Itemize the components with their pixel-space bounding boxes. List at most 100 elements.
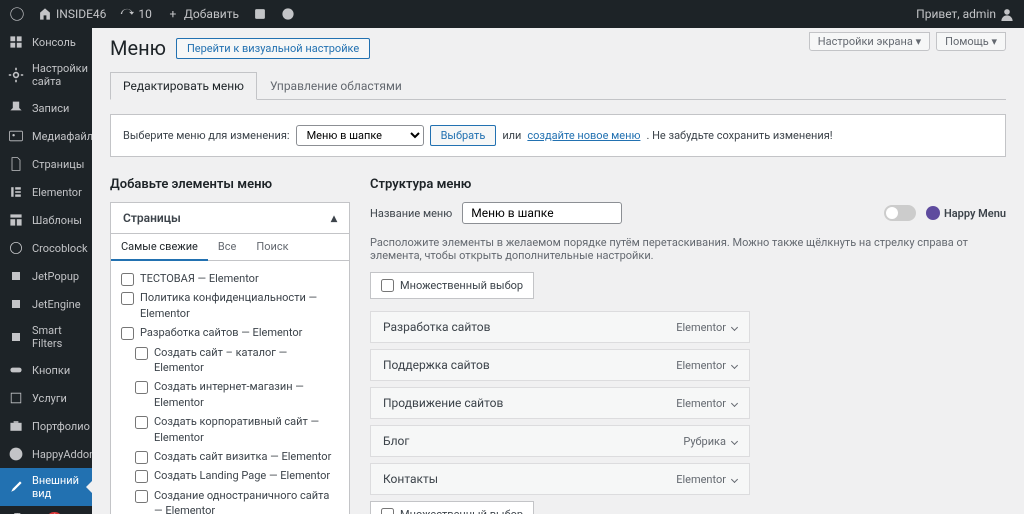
croco-icon [8,240,24,256]
chevron-down-icon [731,437,738,444]
sidebar-item-11[interactable]: Кнопки [0,356,92,384]
multi-select-bottom[interactable]: Множественный выбор [370,501,534,514]
sidebar-item-15[interactable]: Внешний вид [0,468,92,506]
select-button[interactable]: Выбрать [430,125,497,146]
chevron-up-icon: ▴ [331,211,337,225]
sidebar-item-9[interactable]: JetEngine [0,290,92,318]
pin-icon [8,100,24,116]
help-button[interactable]: Помощь ▾ [936,32,1006,51]
menu-item-label: Блог [383,434,409,448]
structure-description: Расположите элементы в желаемом порядке … [370,236,1006,262]
menu-item-type: Elementor [676,397,737,410]
template-icon [8,212,24,228]
sidebar-item-10[interactable]: Smart Filters [0,318,92,356]
sidebar-item-13[interactable]: Портфолио [0,412,92,440]
happy-menu-toggle[interactable] [884,205,916,221]
page-checkbox-3[interactable]: Создать сайт – каталог — Elementor [121,343,339,378]
menu-item-0[interactable]: Разработка сайтов Elementor [370,311,750,343]
page-checkbox-5[interactable]: Создать корпоративный сайт — Elementor [121,412,339,447]
updates-link[interactable]: 10 [120,7,152,21]
wp-logo[interactable] [10,7,24,21]
selector-label: Выберите меню для изменения: [123,129,290,142]
sidebar-item-8[interactable]: JetPopup [0,262,92,290]
happy-icon [926,206,940,220]
chevron-down-icon [731,475,738,482]
page-checkbox-0[interactable]: ТЕСТОВАЯ — Elementor [121,269,339,288]
sidebar-sub-0[interactable]: Темы1 [0,506,92,514]
sidebar-item-2[interactable]: Записи [0,94,92,122]
greeting[interactable]: Привет, admin [916,7,1014,21]
menu-item-1[interactable]: Поддержка сайтов Elementor [370,349,750,381]
avatar-icon [1000,7,1014,21]
sidebar-item-0[interactable]: Консоль [0,28,92,56]
multi-select-top[interactable]: Множественный выбор [370,272,534,299]
sidebar-item-5[interactable]: Elementor [0,178,92,206]
page-title-row: Меню Перейти к визуальной настройке [110,36,809,60]
pages-panel-header[interactable]: Страницы▴ [111,203,349,234]
nav-tab-1[interactable]: Управление областями [257,72,415,100]
main-content: Настройки экрана ▾ Помощь ▾ Меню Перейти… [92,28,1024,514]
selector-or: или [502,129,521,142]
page-checkbox-4[interactable]: Создать интернет-магазин — Elementor [121,377,339,412]
page-checkbox-2[interactable]: Разработка сайтов — Elementor [121,323,339,342]
live-preview-button[interactable]: Перейти к визуальной настройке [176,38,370,59]
page-checkbox-8[interactable]: Создание одностраничного сайта — Element… [121,486,339,514]
chevron-down-icon [731,399,738,406]
dashboard-icon [8,34,24,50]
services-icon [8,390,24,406]
jet-icon [8,329,24,345]
panel-tab-2[interactable]: Поиск [246,234,298,260]
selector-reminder: . Не забудьте сохранить изменения! [646,129,832,142]
jet-icon [8,296,24,312]
menu-item-2[interactable]: Продвижение сайтов Elementor [370,387,750,419]
menu-item-type: Elementor [676,321,737,334]
panel-tab-1[interactable]: Все [208,234,246,260]
topbar-extra-icon-1[interactable] [253,7,267,21]
jet-icon [8,268,24,284]
screen-options-button[interactable]: Настройки экрана ▾ [809,32,930,51]
sidebar-item-3[interactable]: Медиафайлы [0,122,92,150]
page-checkbox-6[interactable]: Создать сайт визитка — Elementor [121,447,339,466]
menu-item-label: Разработка сайтов [383,320,490,334]
topbar-extra-icon-2[interactable] [281,7,295,21]
portfolio-icon [8,418,24,434]
menu-name-input[interactable] [462,202,622,224]
admin-topbar: INSIDE46 10 +Добавить Привет, admin [0,0,1024,28]
sidebar-item-7[interactable]: Crocoblock [0,234,92,262]
page-icon [8,156,24,172]
menu-item-3[interactable]: Блог Рубрика [370,425,750,457]
menu-item-label: Контакты [383,472,438,486]
add-new-link[interactable]: +Добавить [166,7,239,21]
chevron-down-icon [731,361,738,368]
admin-sidebar: КонсольНастройки сайтаЗаписиМедиафайлыСт… [0,28,92,514]
sidebar-item-14[interactable]: HappyAddons [0,440,92,468]
page-checkbox-7[interactable]: Создать Landing Page — Elementor [121,466,339,485]
create-menu-link[interactable]: создайте новое меню [527,129,640,142]
sidebar-item-1[interactable]: Настройки сайта [0,56,92,94]
sidebar-item-4[interactable]: Страницы [0,150,92,178]
page-title: Меню [110,36,166,60]
menu-item-type: Рубрика [683,435,737,448]
menu-item-type: Elementor [676,359,737,372]
add-elements-title: Добавьте элементы меню [110,177,350,192]
menu-item-label: Продвижение сайтов [383,396,503,410]
nav-tab-0[interactable]: Редактировать меню [110,72,257,100]
sidebar-item-6[interactable]: Шаблоны [0,206,92,234]
page-checkbox-1[interactable]: Политика конфиденциальности — Elementor [121,288,339,323]
brush-icon [8,479,24,495]
panel-tab-0[interactable]: Самые свежие [111,234,208,261]
elementor-icon [8,184,24,200]
happy-menu-label: Happy Menu [926,206,1006,220]
menu-name-label: Название меню [370,207,452,220]
pages-panel: Страницы▴ Самые свежиеВсеПоиск ТЕСТОВАЯ … [110,202,350,514]
menu-item-4[interactable]: КонтактыElementor [370,463,750,495]
menu-item-label: Поддержка сайтов [383,358,490,372]
button-icon [8,362,24,378]
happy-icon [8,446,24,462]
menu-selector-bar: Выберите меню для изменения: Меню в шапк… [110,114,1006,157]
chevron-down-icon [731,323,738,330]
sidebar-item-12[interactable]: Услуги [0,384,92,412]
site-name[interactable]: INSIDE46 [38,7,106,21]
structure-title: Структура меню [370,177,1006,192]
menu-select[interactable]: Меню в шапке [296,125,424,146]
